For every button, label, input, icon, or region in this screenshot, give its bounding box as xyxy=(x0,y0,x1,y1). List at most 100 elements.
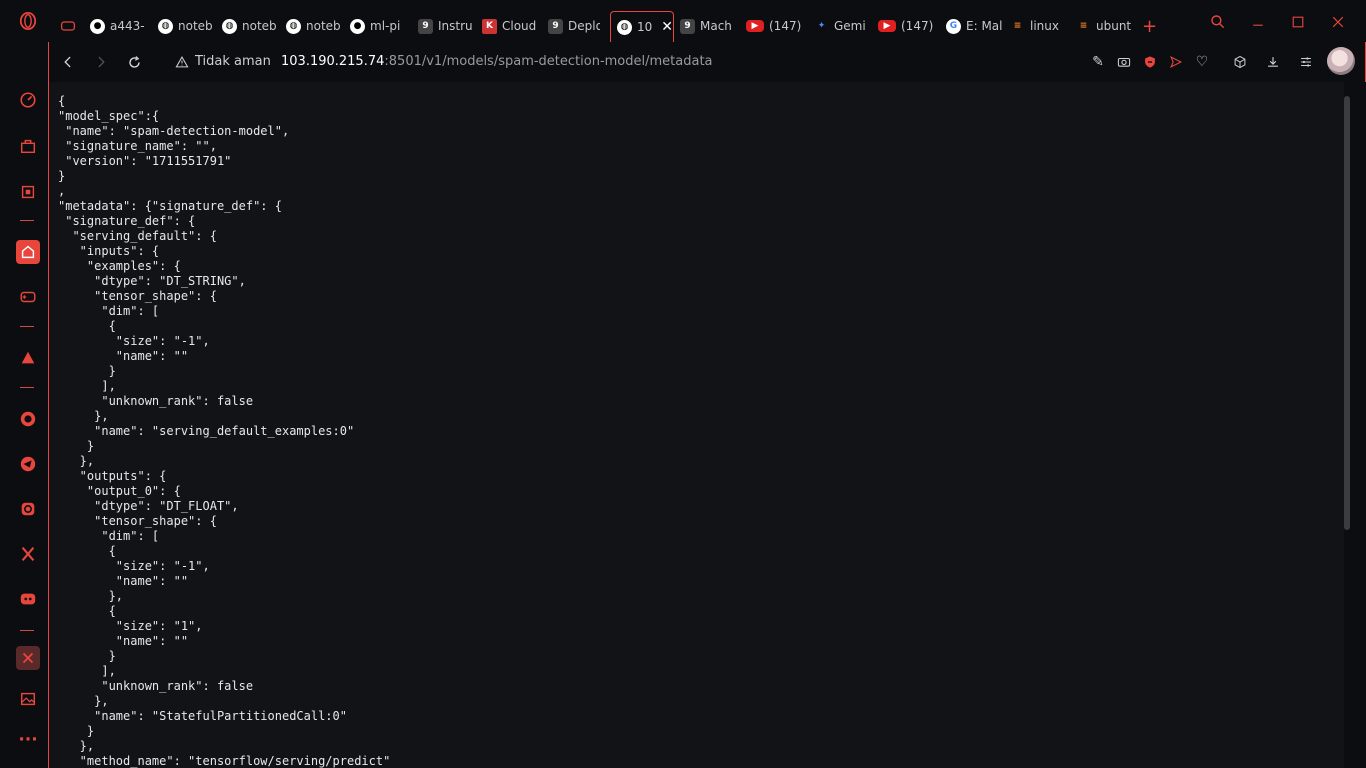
tab-label: (147) xyxy=(769,19,802,33)
json-line: { xyxy=(58,544,116,558)
json-line: "name": "" xyxy=(58,349,189,363)
stack-icon: ≡ xyxy=(1013,21,1022,31)
scrollbar-thumb[interactable] xyxy=(1344,96,1350,530)
github-icon: ● xyxy=(350,18,365,34)
instagram-icon[interactable] xyxy=(16,497,40,521)
security-label: Tidak aman xyxy=(195,54,271,69)
x-twitter-icon[interactable] xyxy=(16,542,40,566)
tab-4[interactable]: ● ml-pi xyxy=(350,12,406,40)
close-tab-icon[interactable]: ✕ xyxy=(661,19,673,35)
kube-icon: K xyxy=(482,18,497,34)
json-line: "name": "" xyxy=(58,634,189,648)
tab-0[interactable]: ● a443- xyxy=(90,12,146,40)
sidebar-app-icon[interactable] xyxy=(16,646,40,670)
json-line: } xyxy=(58,649,116,663)
whatsapp-icon[interactable] xyxy=(16,407,40,431)
back-button[interactable] xyxy=(58,52,78,72)
json-line: }, xyxy=(58,739,95,753)
tab-label: Gemi xyxy=(834,19,866,33)
json-line: } xyxy=(58,439,95,453)
tab-9[interactable]: 9 Mach xyxy=(680,12,736,40)
json-line: "inputs": { xyxy=(58,244,160,258)
security-indicator[interactable]: Tidak aman xyxy=(175,54,271,69)
tab-12[interactable]: ▶ (147) xyxy=(878,12,938,40)
youtube-icon: ▶ xyxy=(746,20,764,32)
json-line: }, xyxy=(58,589,124,603)
avatar[interactable] xyxy=(1327,47,1355,75)
maximize-icon[interactable] xyxy=(1288,12,1308,32)
tab-label: linux xyxy=(1030,19,1059,33)
url-host: 103.190.215.74 xyxy=(281,54,385,69)
tab-label: a443- xyxy=(110,19,145,33)
close-window-icon[interactable] xyxy=(1328,12,1348,32)
json-line: }, xyxy=(58,694,109,708)
telegram-icon[interactable] xyxy=(16,452,40,476)
adblock-shield-icon[interactable] xyxy=(1141,53,1159,71)
tab-label: E: Mal xyxy=(966,19,1002,33)
tab-8[interactable]: ◍ 10 ✕ xyxy=(610,11,674,42)
tab-2[interactable]: ◍ noteb xyxy=(222,12,278,40)
gemini-icon: ✦ xyxy=(817,21,826,31)
box-icon[interactable] xyxy=(1231,53,1249,71)
page-content: {"model_spec":{ "name": "spam-detection-… xyxy=(48,82,1344,768)
json-line: "signature_name": "", xyxy=(58,139,217,153)
speed-dial-icon[interactable] xyxy=(16,88,40,112)
download-icon[interactable] xyxy=(1264,53,1282,71)
tab-1[interactable]: ◍ noteb xyxy=(158,12,214,40)
address-bar: Tidak aman 103.190.215.74:8501/v1/models… xyxy=(48,42,1366,82)
sidebar-divider xyxy=(20,387,34,388)
json-line: "name": "StatefulPartitionedCall:0" xyxy=(58,709,347,723)
forward-button[interactable] xyxy=(91,52,111,72)
reload-button[interactable] xyxy=(124,52,144,72)
cpu-icon[interactable] xyxy=(16,180,40,204)
search-tabs-icon[interactable] xyxy=(1208,12,1228,32)
json-line: , xyxy=(58,184,66,198)
url-field[interactable]: 103.190.215.74:8501/v1/models/spam-detec… xyxy=(281,54,713,69)
github-icon: ● xyxy=(90,18,105,34)
tab-15[interactable]: ≡ ubunt xyxy=(1076,12,1132,40)
tab-14[interactable]: ≡ linux xyxy=(1010,12,1066,40)
tab-13[interactable]: G E: Mal xyxy=(946,12,1002,40)
json-line: "metadata": {"signature_def": { xyxy=(58,199,282,213)
tab-label: Cloud xyxy=(502,19,537,33)
json-line: "dtype": "DT_FLOAT", xyxy=(58,499,239,513)
heart-icon[interactable]: ♡ xyxy=(1193,53,1211,71)
new-tab-button[interactable]: + xyxy=(1142,12,1158,40)
gx-corner-icon[interactable] xyxy=(60,12,78,40)
json-line: "version": "1711551791" xyxy=(58,154,232,168)
tab-label: ml-pi xyxy=(370,19,401,33)
opera-logo-icon[interactable] xyxy=(16,9,40,33)
aria-icon[interactable] xyxy=(16,346,40,370)
tab-label: noteb xyxy=(306,19,341,33)
camera-icon[interactable] xyxy=(1115,53,1133,71)
tab-10[interactable]: ▶ (147) xyxy=(746,12,806,40)
tab-label: (147) xyxy=(901,19,934,33)
json-line: "examples": { xyxy=(58,259,181,273)
easy-setup-icon[interactable] xyxy=(1297,53,1315,71)
tab-label: Deplo xyxy=(568,19,600,33)
discord-icon[interactable] xyxy=(16,587,40,611)
g-icon: 9 xyxy=(548,18,563,34)
g-icon: 9 xyxy=(680,18,695,34)
gamepad-icon[interactable] xyxy=(16,285,40,309)
more-icon[interactable]: ··· xyxy=(16,728,40,752)
json-line: ], xyxy=(58,664,116,678)
tab-label: Instru xyxy=(438,19,473,33)
image-icon[interactable] xyxy=(16,687,40,711)
json-line: "size": "-1", xyxy=(58,334,210,348)
edit-page-icon[interactable]: ✎ xyxy=(1089,53,1107,71)
tab-7[interactable]: 9 Deplo xyxy=(548,12,600,40)
tab-3[interactable]: ◍ noteb xyxy=(286,12,342,40)
json-line: "unknown_rank": false xyxy=(58,394,254,408)
tab-6[interactable]: K Cloud xyxy=(482,12,540,40)
tab-label: noteb xyxy=(242,19,277,33)
tab-5[interactable]: 9 Instru xyxy=(418,12,474,40)
minimize-icon[interactable] xyxy=(1248,12,1268,32)
home-icon[interactable] xyxy=(16,240,40,264)
send-icon[interactable] xyxy=(1167,53,1185,71)
globe-icon: ◍ xyxy=(158,18,173,34)
tab-label: noteb xyxy=(178,19,213,33)
tab-11[interactable]: ✦ Gemi xyxy=(814,12,870,40)
json-line: "dim": [ xyxy=(58,304,160,318)
bag-icon[interactable] xyxy=(16,134,40,158)
